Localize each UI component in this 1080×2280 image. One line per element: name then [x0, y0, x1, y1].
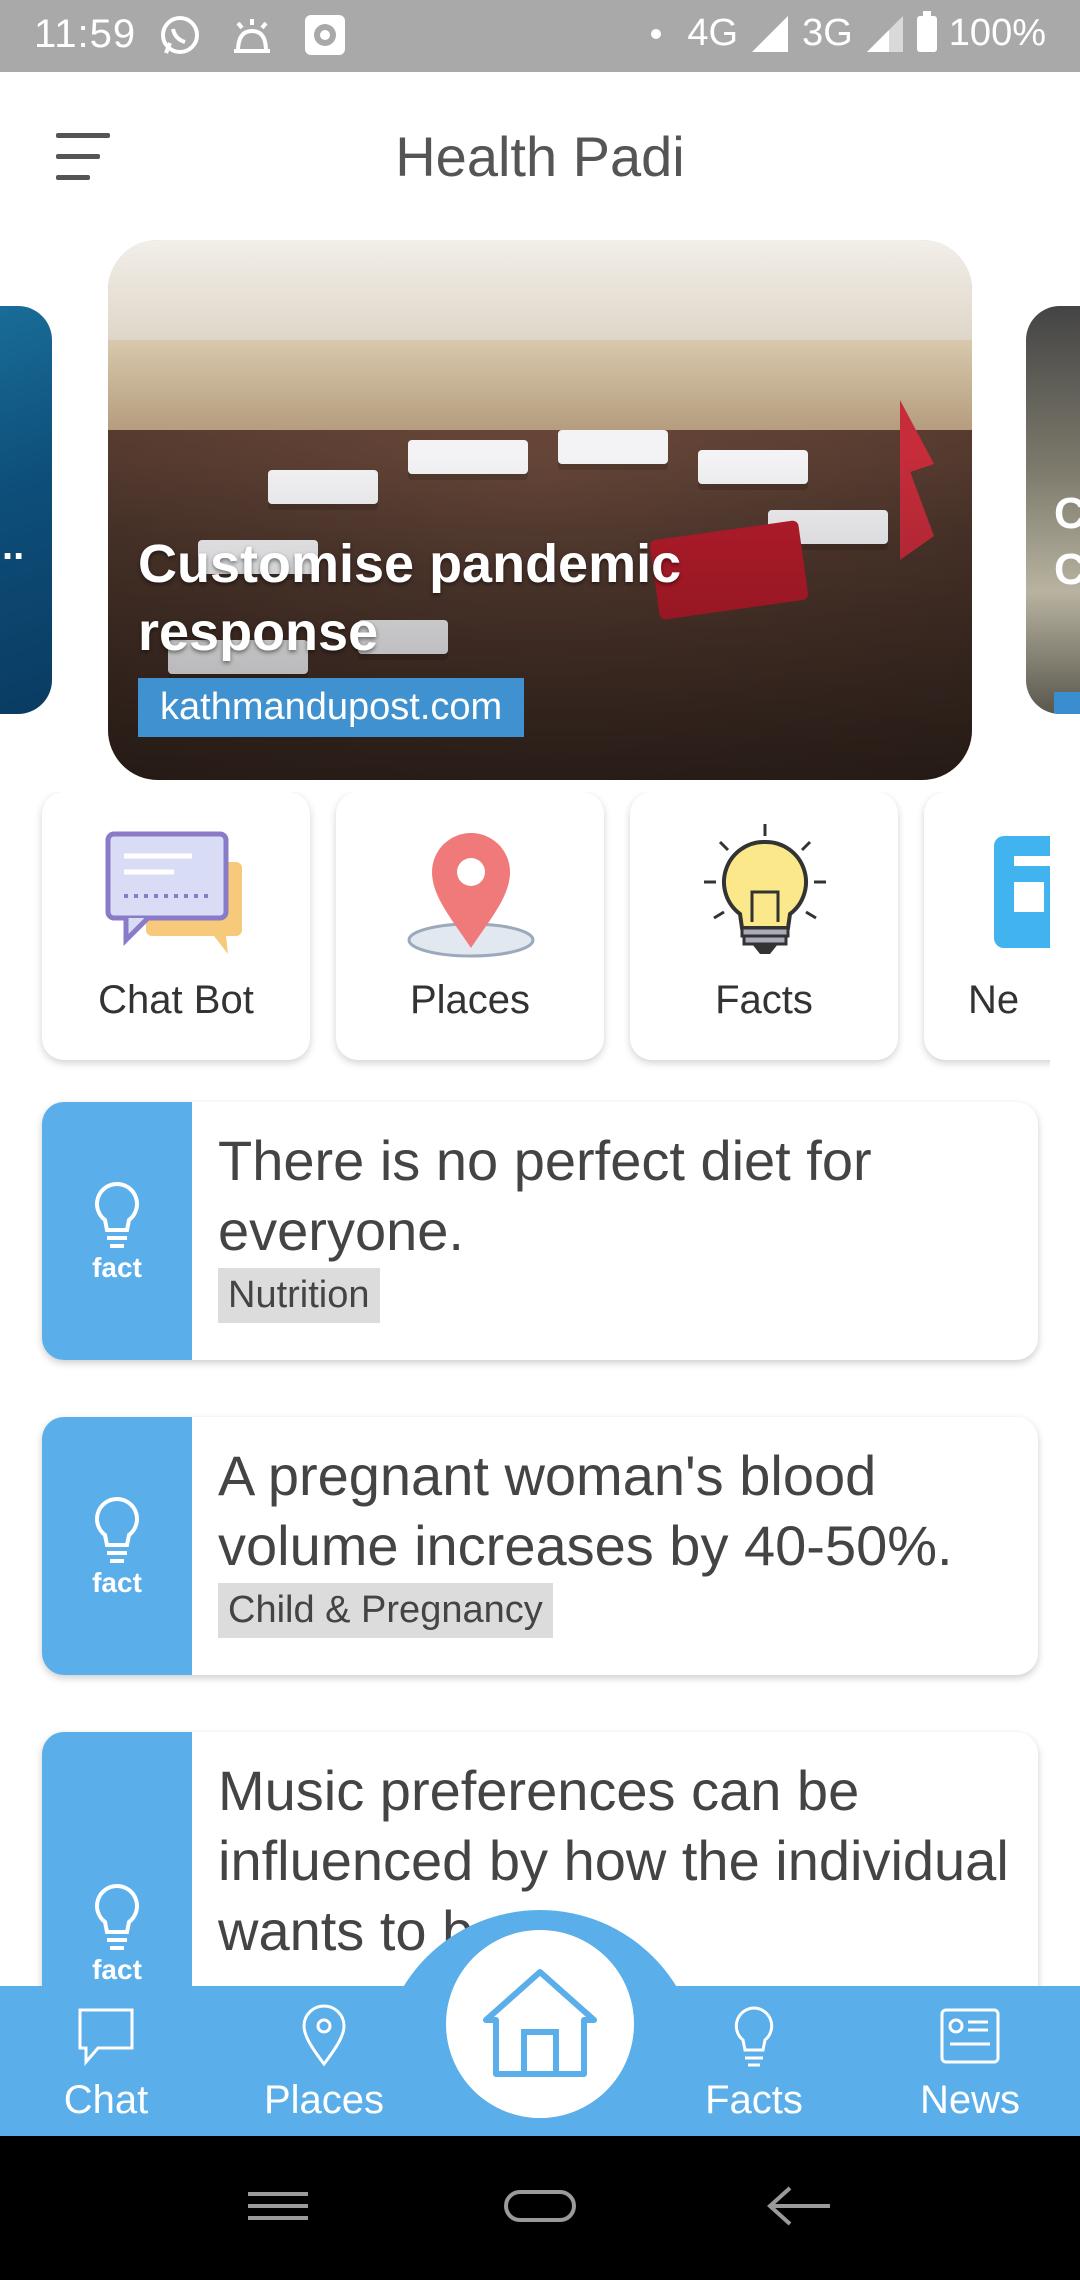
fact-text: A pregnant woman's blood volume increase…: [218, 1444, 953, 1577]
signal-icon-2: [866, 15, 903, 52]
page-title: Health Padi: [395, 125, 685, 188]
light-bulb-icon: [95, 1181, 139, 1248]
home-button-icon[interactable]: [500, 2176, 580, 2236]
network-label-2: 3G: [802, 12, 853, 54]
chat-icon: [78, 2008, 134, 2067]
chat-bot-icon: [105, 831, 242, 954]
app-screen: 11:59 4G 3G 100% Health Padi .. Customis…: [0, 0, 1080, 2280]
battery-label: 100%: [948, 12, 1046, 54]
slide-partial-text-right: CC: [1054, 489, 1080, 594]
signal-icon: [752, 15, 789, 52]
nav-label: Chat: [63, 2078, 149, 2122]
quick-menu-facts[interactable]: Facts: [630, 792, 898, 1060]
slide-partial-tag: [1054, 692, 1080, 714]
nav-item-home[interactable]: [446, 1930, 634, 2118]
camera-icon: [305, 15, 345, 55]
fact-text: There is no perfect diet for everyone.: [218, 1129, 872, 1262]
quick-menu-label: Facts: [715, 978, 813, 1022]
fact-badge-label: fact: [92, 1954, 142, 1985]
location-icon: [302, 2004, 346, 2067]
nav-item-places[interactable]: Places: [224, 1996, 424, 2126]
quick-menu-label: Ne: [968, 978, 1020, 1022]
battery-icon: [916, 10, 937, 52]
carousel-slide-next[interactable]: CC: [1026, 306, 1080, 714]
light-bulb-icon: [704, 824, 826, 954]
nav-item-facts[interactable]: Facts: [654, 1996, 854, 2126]
nav-label: Facts: [705, 2078, 803, 2122]
status-dot-icon: [651, 28, 662, 39]
fact-badge-label: fact: [92, 1252, 142, 1283]
slide-partial-text: ..: [2, 524, 25, 568]
quick-menu-places[interactable]: Places: [336, 792, 604, 1060]
news-carousel[interactable]: .. Customise pandemic response kathmandu…: [0, 240, 1080, 780]
fact-card[interactable]: fact There is no perfect diet for everyo…: [42, 1102, 1038, 1360]
nav-item-chat[interactable]: Chat: [6, 1996, 206, 2126]
bulb-icon: [734, 2006, 774, 2067]
system-navigation-bar: [0, 2136, 1080, 2280]
quick-menu-label: Places: [409, 978, 531, 1022]
news-icon: [994, 836, 1050, 948]
quick-menu-chat-bot[interactable]: Chat Bot: [42, 792, 310, 1060]
carousel-slide-current[interactable]: Customise pandemic response kathmandupos…: [108, 240, 972, 780]
quick-menu-news[interactable]: Ne: [924, 792, 1050, 1060]
nav-item-news[interactable]: News: [870, 1996, 1070, 2126]
status-system-icons: 4G 3G 100%: [651, 10, 1046, 55]
back-icon[interactable]: [760, 2176, 840, 2236]
app-bar: Health Padi: [0, 72, 1080, 242]
light-bulb-icon: [95, 1883, 139, 1950]
status-time: 11:59: [34, 12, 137, 56]
status-bar: 11:59 4G 3G 100%: [0, 0, 1080, 72]
newspaper-icon: [940, 2008, 1000, 2064]
alarm-icon: [234, 19, 270, 53]
nav-label: News: [919, 2078, 1021, 2122]
fact-badge: fact: [42, 1102, 192, 1360]
fact-category-tag[interactable]: Nutrition: [218, 1268, 380, 1323]
nav-label: Places: [263, 2078, 385, 2122]
fact-category-tag[interactable]: Child & Pregnancy: [218, 1583, 553, 1638]
whatsapp-icon: [161, 16, 199, 54]
network-label: 4G: [687, 12, 739, 54]
fact-badge-label: fact: [92, 1567, 142, 1598]
slide-source-link[interactable]: kathmandupost.com: [138, 678, 525, 737]
home-icon: [483, 1969, 597, 2077]
recent-apps-icon[interactable]: [238, 2176, 318, 2236]
slide-title: Customise pandemic response: [138, 534, 682, 662]
fact-card[interactable]: fact A pregnant woman's blood volume inc…: [42, 1417, 1038, 1675]
fact-badge: fact: [42, 1417, 192, 1675]
quick-menu: Chat Bot Places Facts Ne: [0, 792, 1050, 1072]
quick-menu-label: Chat Bot: [98, 978, 254, 1022]
map-pin-icon: [407, 833, 535, 958]
carousel-slide-previous[interactable]: ..: [0, 306, 52, 714]
status-notification-icons: [158, 12, 348, 58]
light-bulb-icon: [95, 1496, 139, 1563]
